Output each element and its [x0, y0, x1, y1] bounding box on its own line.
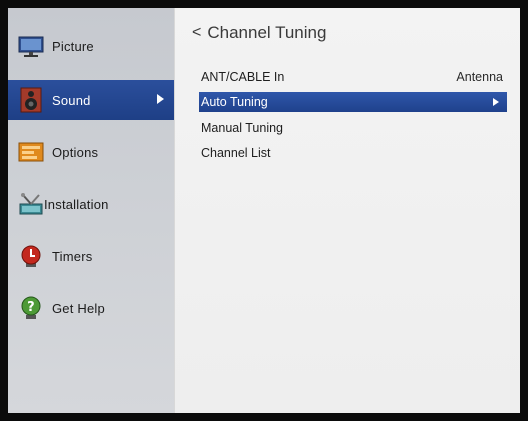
- menu-row-label: Manual Tuning: [201, 121, 284, 135]
- speaker-icon: [18, 87, 44, 113]
- page-title-text: Channel Tuning: [207, 23, 327, 42]
- sidebar-item-label: Get Help: [52, 300, 105, 316]
- menu-row-label: Channel List: [201, 146, 271, 160]
- tv-menu-screen: Picture Sound Options Installation Timer…: [8, 8, 520, 413]
- menu-row-auto-tuning[interactable]: Auto Tuning: [199, 92, 507, 112]
- menu-row-value: Antenna: [456, 70, 503, 84]
- menu-row-channel-list[interactable]: Channel List: [199, 143, 507, 163]
- channel-tuning-panel: < Channel Tuning ANT/CABLE In Antenna Au…: [174, 8, 520, 413]
- timer-icon: [18, 243, 44, 269]
- menu-row-manual-tuning[interactable]: Manual Tuning: [199, 118, 507, 138]
- chevron-right-icon: [493, 98, 499, 106]
- svg-text:?: ?: [27, 300, 35, 315]
- help-icon: ?: [18, 295, 44, 321]
- sidebar-item-picture[interactable]: Picture: [8, 26, 174, 66]
- sidebar-item-installation[interactable]: Installation: [8, 184, 174, 224]
- sidebar-item-options[interactable]: Options: [8, 132, 174, 172]
- sidebar-item-timers[interactable]: Timers: [8, 236, 174, 276]
- menu-row-label: Auto Tuning: [201, 95, 268, 109]
- sidebar-item-label: Installation: [44, 196, 109, 212]
- installation-tools-icon: [18, 191, 44, 217]
- sidebar-item-get-help[interactable]: ? Get Help: [8, 288, 174, 328]
- monitor-icon: [18, 33, 44, 59]
- chevron-right-icon: [157, 94, 164, 104]
- options-icon: [18, 139, 44, 165]
- back-chevron-icon: <: [192, 24, 202, 41]
- sidebar-item-label: Options: [52, 144, 99, 160]
- menu-row-ant-cable-in[interactable]: ANT/CABLE In Antenna: [199, 67, 507, 87]
- sidebar-item-label: Sound: [52, 92, 91, 108]
- menu-row-label: ANT/CABLE In: [201, 70, 285, 84]
- page-title[interactable]: < Channel Tuning: [192, 23, 326, 43]
- sidebar-item-sound[interactable]: Sound: [8, 80, 174, 120]
- sidebar: Picture Sound Options Installation Timer…: [8, 8, 174, 413]
- sidebar-item-label: Picture: [52, 38, 94, 54]
- sidebar-item-label: Timers: [52, 248, 93, 264]
